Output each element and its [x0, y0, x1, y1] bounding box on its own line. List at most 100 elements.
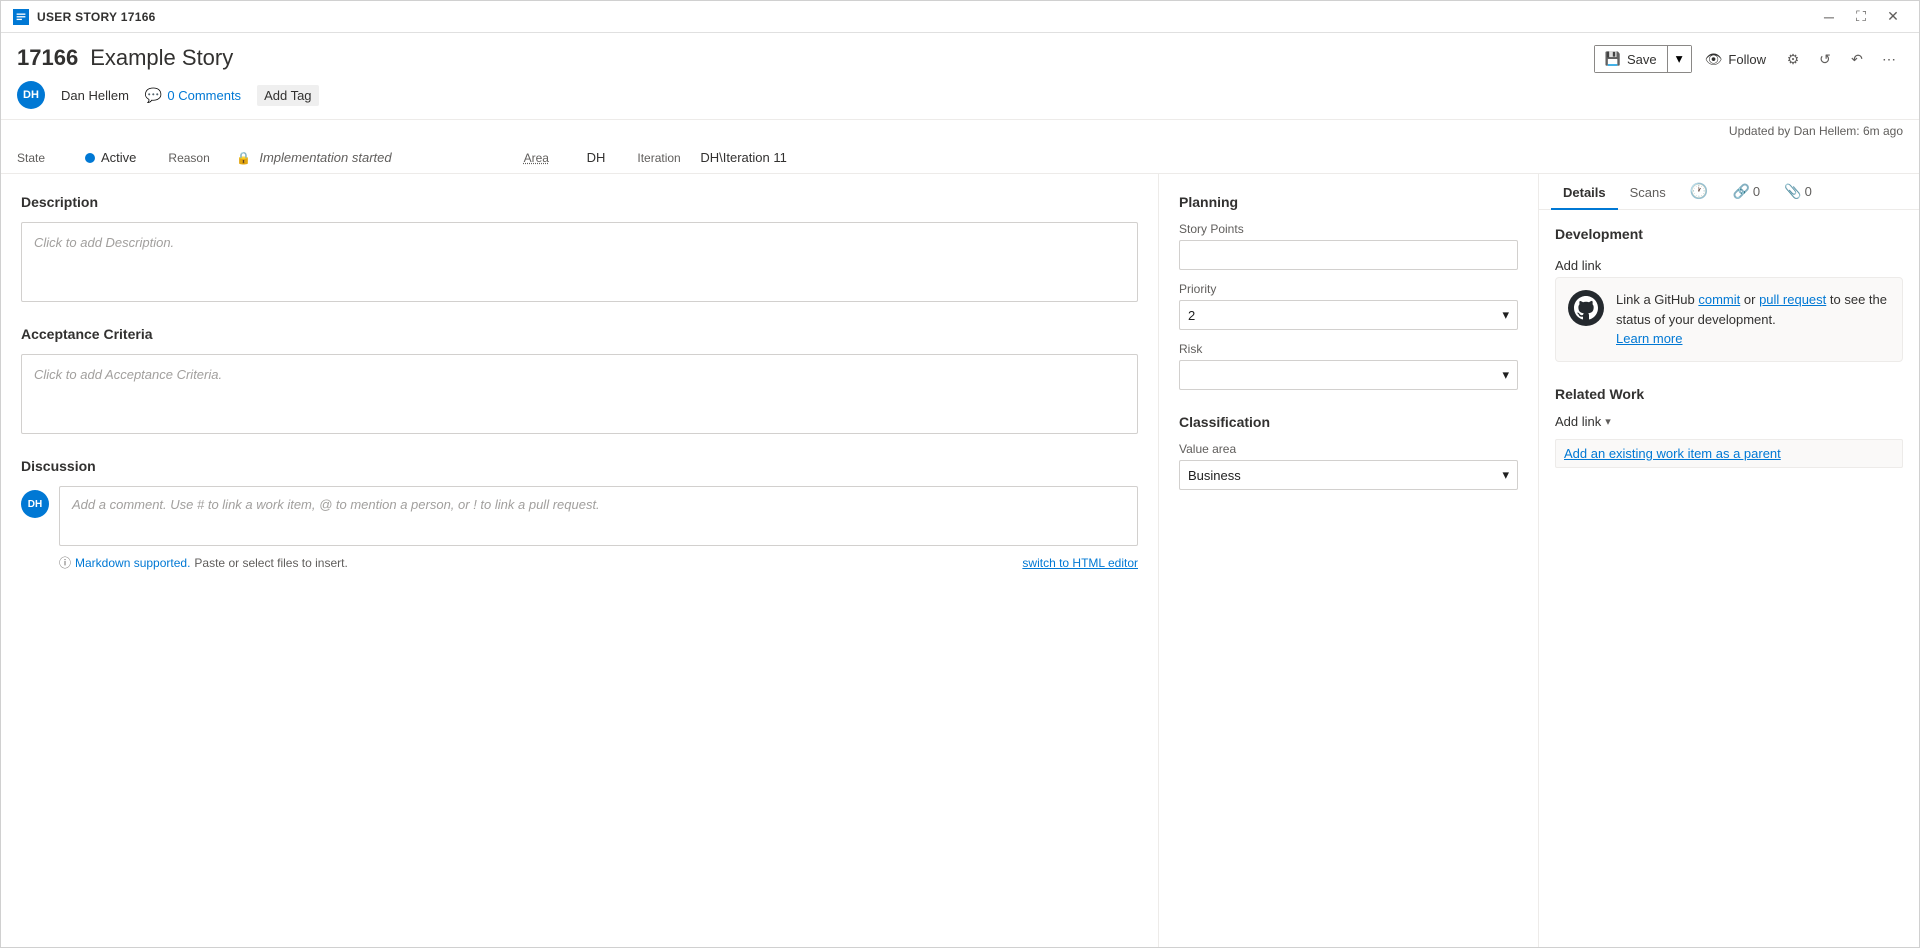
dev-add-link-button[interactable]: Add link: [1555, 254, 1903, 277]
risk-label: Risk: [1179, 342, 1518, 356]
settings-button[interactable]: ⚙: [1779, 45, 1807, 73]
related-add-link-label: Add link: [1555, 414, 1601, 429]
right-tabs: Details Scans 🕐 🔗 0 📎 0: [1539, 174, 1919, 210]
github-text-prefix: Link a GitHub: [1616, 292, 1698, 307]
iteration-value[interactable]: DH\Iteration 11: [700, 150, 786, 165]
comment-footer: ⓘ Markdown supported. Paste or select fi…: [59, 554, 1138, 571]
updated-row: Updated by Dan Hellem: 6m ago: [1, 120, 1919, 142]
risk-chevron: ▾: [1502, 367, 1509, 383]
left-panel: Description Click to add Description. Ac…: [1, 174, 1159, 947]
middle-panel: Planning Story Points Priority 2 ▾ Risk …: [1159, 174, 1539, 947]
title-bar-text: USER STORY 17166: [37, 10, 156, 24]
author-initials: DH: [23, 89, 39, 101]
reason-field-group: Reason 🔒 Implementation started: [168, 150, 391, 165]
state-field-group: State Active: [17, 150, 136, 165]
story-points-label: Story Points: [1179, 222, 1518, 236]
info-icon: ⓘ: [59, 554, 71, 571]
reason-value: Implementation started: [259, 150, 391, 165]
github-icon: [1568, 290, 1604, 349]
right-panel: Details Scans 🕐 🔗 0 📎 0 D: [1539, 174, 1919, 947]
or-text: or: [1740, 292, 1759, 307]
priority-select[interactable]: 2 ▾: [1179, 300, 1518, 330]
user-story-icon: [13, 9, 29, 25]
tab-links[interactable]: 🔗 0: [1720, 175, 1772, 210]
chevron-down-icon: ▾: [1676, 51, 1683, 67]
state-value[interactable]: Active: [101, 150, 136, 165]
acceptance-criteria-placeholder: Click to add Acceptance Criteria.: [34, 367, 222, 382]
area-value[interactable]: DH: [587, 150, 606, 165]
comment-avatar: DH: [21, 490, 49, 518]
area-iter-group: Area DH Iteration DH\Iteration 11: [524, 150, 787, 165]
switch-editor-link[interactable]: switch to HTML editor: [1022, 556, 1138, 570]
development-section: Development Add link Link a GitHub com: [1555, 226, 1903, 362]
save-label: Save: [1627, 52, 1657, 67]
title-bar-actions: ─ ⛶ ✕: [1815, 3, 1907, 31]
classification-section: Classification Value area Business ▾: [1179, 414, 1518, 490]
close-button[interactable]: ✕: [1879, 3, 1907, 31]
value-area-label: Value area: [1179, 442, 1518, 456]
value-area-value: Business: [1188, 468, 1241, 483]
follow-button[interactable]: 👁 Follow: [1696, 45, 1775, 73]
pull-request-link[interactable]: pull request: [1759, 292, 1826, 307]
comments-link[interactable]: 💬 0 Comments: [145, 87, 241, 104]
tab-scans[interactable]: Scans: [1618, 177, 1678, 210]
github-card: Link a GitHub commit or pull request to …: [1555, 277, 1903, 362]
add-existing-parent-link[interactable]: Add an existing work item as a parent: [1555, 439, 1903, 468]
story-name[interactable]: Example Story: [90, 45, 233, 71]
refresh-button[interactable]: ↺: [1811, 45, 1839, 73]
priority-value: 2: [1188, 308, 1195, 323]
more-actions-button[interactable]: ⋯: [1875, 45, 1903, 73]
description-title: Description: [21, 194, 1138, 210]
link-icon: 🔗: [1732, 183, 1749, 200]
related-add-link-button[interactable]: Add link ▾: [1555, 414, 1903, 429]
description-placeholder: Click to add Description.: [34, 235, 174, 250]
acceptance-criteria-section: Acceptance Criteria Click to add Accepta…: [21, 326, 1138, 434]
markdown-link[interactable]: Markdown supported.: [75, 556, 190, 570]
tab-history[interactable]: 🕐: [1678, 174, 1721, 210]
comment-input-area: DH Add a comment. Use # to link a work i…: [21, 486, 1138, 546]
author-avatar: DH: [17, 81, 45, 109]
state-row: State Active Reason 🔒 Implementation sta…: [1, 142, 1919, 174]
classification-title: Classification: [1179, 414, 1518, 430]
story-points-input[interactable]: [1179, 240, 1518, 270]
lock-icon: 🔒: [236, 151, 251, 165]
save-split-button: 💾 Save ▾: [1594, 45, 1692, 73]
attachment-icon: 📎: [1784, 183, 1801, 200]
related-work-section: Related Work Add link ▾ Add an existing …: [1555, 386, 1903, 468]
title-bar: USER STORY 17166 ─ ⛶ ✕: [1, 1, 1919, 33]
tab-details[interactable]: Details: [1551, 177, 1618, 210]
description-input[interactable]: Click to add Description.: [21, 222, 1138, 302]
attachments-count: 0: [1805, 184, 1812, 199]
follow-label: Follow: [1728, 52, 1766, 67]
right-content: Development Add link Link a GitHub com: [1539, 210, 1919, 947]
acceptance-criteria-input[interactable]: Click to add Acceptance Criteria.: [21, 354, 1138, 434]
planning-section: Planning Story Points Priority 2 ▾ Risk …: [1179, 194, 1518, 390]
area-label: Area: [524, 151, 579, 165]
maximize-button[interactable]: ⛶: [1847, 3, 1875, 31]
add-link-label: Add link: [1555, 258, 1601, 273]
iteration-label: Iteration: [637, 151, 692, 165]
commit-link[interactable]: commit: [1698, 292, 1740, 307]
description-section: Description Click to add Description.: [21, 194, 1138, 302]
save-dropdown-button[interactable]: ▾: [1667, 46, 1691, 72]
acceptance-criteria-title: Acceptance Criteria: [21, 326, 1138, 342]
tab-scans-label: Scans: [1630, 185, 1666, 200]
save-button[interactable]: 💾 Save: [1595, 46, 1667, 72]
reason-label: Reason: [168, 151, 228, 165]
comment-input[interactable]: Add a comment. Use # to link a work item…: [59, 486, 1138, 546]
add-tag-button[interactable]: Add Tag: [257, 85, 318, 106]
tab-attachments[interactable]: 📎 0: [1772, 175, 1824, 210]
risk-select[interactable]: ▾: [1179, 360, 1518, 390]
paste-note: Paste or select files to insert.: [194, 556, 347, 570]
tab-details-label: Details: [1563, 185, 1606, 200]
undo-button[interactable]: ↶: [1843, 45, 1871, 73]
iteration-field: Iteration DH\Iteration 11: [637, 150, 786, 165]
minimize-button[interactable]: ─: [1815, 3, 1843, 31]
value-area-select[interactable]: Business ▾: [1179, 460, 1518, 490]
comment-avatar-initials: DH: [28, 499, 42, 510]
learn-more-link[interactable]: Learn more: [1616, 331, 1682, 346]
links-count: 0: [1753, 184, 1760, 199]
save-icon: 💾: [1605, 51, 1621, 67]
story-title-row: 17166 Example Story: [17, 45, 319, 71]
toolbar: 💾 Save ▾ 👁 Follow ⚙ ↺ ↶ ⋯: [1594, 45, 1903, 81]
